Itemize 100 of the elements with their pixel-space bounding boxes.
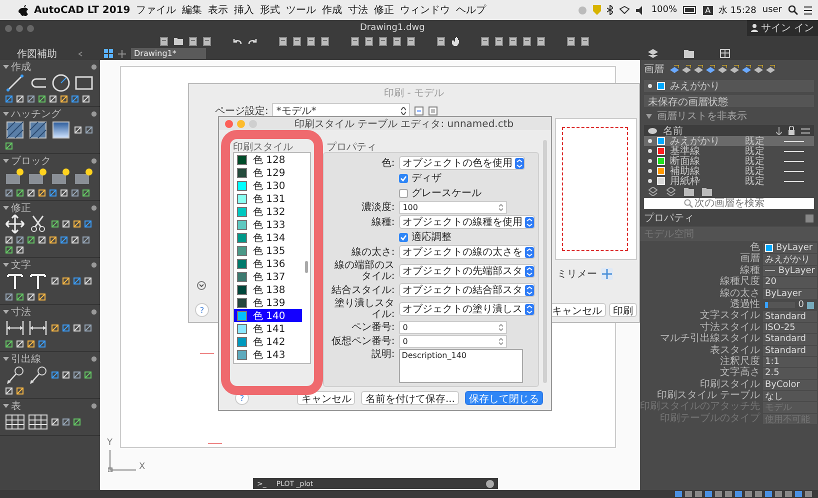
property-value[interactable]: ByLayer bbox=[763, 266, 817, 276]
collapse-icon[interactable] bbox=[77, 50, 83, 56]
tool-icon[interactable] bbox=[38, 293, 46, 301]
layer-tool-icon[interactable] bbox=[766, 64, 775, 74]
text-icon[interactable] bbox=[28, 271, 48, 291]
eye-icon[interactable] bbox=[648, 128, 657, 134]
tool-icon[interactable] bbox=[60, 95, 68, 103]
style-list-item[interactable]: 色 135 bbox=[234, 244, 302, 257]
visible-icon[interactable] bbox=[648, 159, 652, 163]
tool-icon[interactable] bbox=[27, 236, 35, 244]
property-value[interactable]: みえがかり bbox=[763, 254, 817, 265]
settings-icon[interactable] bbox=[91, 110, 97, 116]
user-name[interactable]: user bbox=[762, 5, 782, 15]
document-icon[interactable] bbox=[279, 37, 287, 46]
lines-icon[interactable] bbox=[801, 128, 810, 134]
layer-color-swatch[interactable] bbox=[657, 157, 665, 165]
menu-item[interactable]: 形式 bbox=[260, 3, 280, 17]
layer-color-swatch[interactable] bbox=[657, 137, 665, 145]
dropdown[interactable]: オブジェクトの塗り潰しス bbox=[398, 302, 535, 316]
table-icon[interactable] bbox=[5, 412, 25, 432]
block-icon[interactable] bbox=[51, 167, 71, 187]
style-list-item[interactable]: 色 130 bbox=[234, 179, 302, 192]
checkbox[interactable] bbox=[398, 174, 408, 182]
new-layer-icon[interactable] bbox=[666, 187, 676, 196]
document-icon[interactable] bbox=[321, 37, 329, 46]
expanded-caret-icon[interactable] bbox=[3, 262, 9, 268]
checkbox[interactable] bbox=[398, 232, 408, 242]
leader-icon[interactable] bbox=[28, 365, 48, 385]
document-icon[interactable] bbox=[351, 37, 359, 46]
settings-icon[interactable] bbox=[91, 308, 97, 314]
layer-row[interactable]: 基準線 既定 bbox=[644, 146, 814, 156]
tool-icon[interactable] bbox=[16, 189, 24, 197]
property-value[interactable]: Standard bbox=[763, 334, 817, 345]
tool-icon[interactable] bbox=[5, 142, 13, 150]
property-value[interactable]: 2.5 bbox=[763, 368, 817, 379]
tool-icon[interactable] bbox=[5, 293, 13, 301]
property-value[interactable]: 20 bbox=[763, 277, 817, 288]
tool-icon[interactable] bbox=[38, 189, 46, 197]
style-list-item[interactable]: 色 143 bbox=[234, 348, 302, 361]
style-list-item[interactable]: 色 139 bbox=[234, 296, 302, 309]
section-title[interactable]: 寸法 bbox=[11, 304, 89, 318]
layer-tool-icon[interactable] bbox=[706, 64, 715, 74]
style-list[interactable]: 色 128 色 129 色 130 色 131 色 132 色 133 色 134 色 135 色 136 色 137 色 138 色 139 色 140 色 141 色 142 色 143 bbox=[233, 152, 311, 364]
tool-icon[interactable] bbox=[27, 95, 35, 103]
style-list-item[interactable]: 色 136 bbox=[234, 257, 302, 270]
tool-icon[interactable] bbox=[51, 371, 59, 379]
add-page-setup-icon[interactable] bbox=[414, 106, 424, 116]
menu-clock[interactable]: 水 15:28 bbox=[718, 4, 756, 16]
block-icon[interactable] bbox=[28, 167, 48, 187]
layer-row[interactable]: 補助線 既定 bbox=[644, 166, 814, 176]
document-icon[interactable] bbox=[203, 37, 211, 46]
style-list-item[interactable]: 色 137 bbox=[234, 270, 302, 283]
dropdown[interactable]: オブジェクトの線種を使用 bbox=[398, 215, 535, 229]
layer-row[interactable]: 断面線 既定 bbox=[644, 156, 814, 166]
settings-icon[interactable] bbox=[91, 64, 97, 70]
menu-item[interactable]: 作成 bbox=[322, 3, 342, 17]
layer-search-field[interactable]: 次の画層を検索 bbox=[644, 198, 814, 209]
section-title[interactable]: ハッチング bbox=[11, 106, 89, 120]
dimension-icon[interactable] bbox=[28, 318, 48, 338]
sort-icon[interactable] bbox=[776, 126, 782, 134]
document-icon[interactable] bbox=[365, 37, 373, 46]
tool-icon[interactable] bbox=[38, 340, 46, 348]
layer-tool-icon[interactable] bbox=[742, 64, 751, 74]
menu-item[interactable]: 寸法 bbox=[348, 3, 368, 17]
style-list-item[interactable]: 色 134 bbox=[234, 231, 302, 244]
style-list-item[interactable]: 色 128 bbox=[234, 153, 302, 166]
settings-icon[interactable] bbox=[91, 356, 97, 362]
table-icon[interactable] bbox=[28, 412, 48, 432]
document-icon[interactable] bbox=[189, 37, 197, 46]
lock-icon[interactable] bbox=[788, 126, 795, 135]
apple-icon[interactable] bbox=[18, 4, 28, 16]
section-title[interactable]: 表 bbox=[11, 398, 89, 412]
tool-icon[interactable] bbox=[27, 340, 35, 348]
expanded-caret-icon[interactable] bbox=[3, 204, 9, 210]
tool-icon[interactable] bbox=[5, 189, 13, 197]
search-icon[interactable] bbox=[788, 5, 798, 15]
layer-row[interactable]: 用紙枠 既定 bbox=[644, 176, 814, 186]
checkbox[interactable] bbox=[398, 188, 408, 198]
battery-icon[interactable] bbox=[683, 6, 698, 14]
tool-icon[interactable] bbox=[49, 189, 57, 197]
property-value[interactable]: ByLayer bbox=[763, 288, 817, 299]
menu-item[interactable]: 表示 bbox=[208, 3, 228, 17]
menu-icon[interactable] bbox=[804, 6, 812, 14]
tool-icon[interactable] bbox=[85, 126, 93, 134]
tool-icon[interactable] bbox=[5, 95, 13, 103]
bluetooth-icon[interactable] bbox=[607, 5, 614, 15]
layer-state-field[interactable]: 未保存の画層状態 bbox=[644, 95, 814, 107]
property-value[interactable]: ISO-25 bbox=[763, 322, 817, 334]
tool-icon[interactable] bbox=[84, 220, 92, 228]
wifi-icon[interactable] bbox=[619, 6, 630, 14]
property-value[interactable]: Standard bbox=[763, 311, 817, 322]
scrollbar-thumb[interactable] bbox=[304, 261, 308, 273]
document-icon[interactable] bbox=[393, 37, 401, 46]
number-field[interactable]: 100 bbox=[398, 201, 507, 214]
visible-icon[interactable] bbox=[648, 179, 652, 183]
input-source[interactable]: A bbox=[703, 6, 713, 14]
help-button[interactable]: ? bbox=[195, 303, 209, 317]
document-icon[interactable] bbox=[407, 37, 415, 46]
tool-icon[interactable] bbox=[82, 189, 90, 197]
property-value[interactable]: ByLayer bbox=[763, 243, 817, 254]
